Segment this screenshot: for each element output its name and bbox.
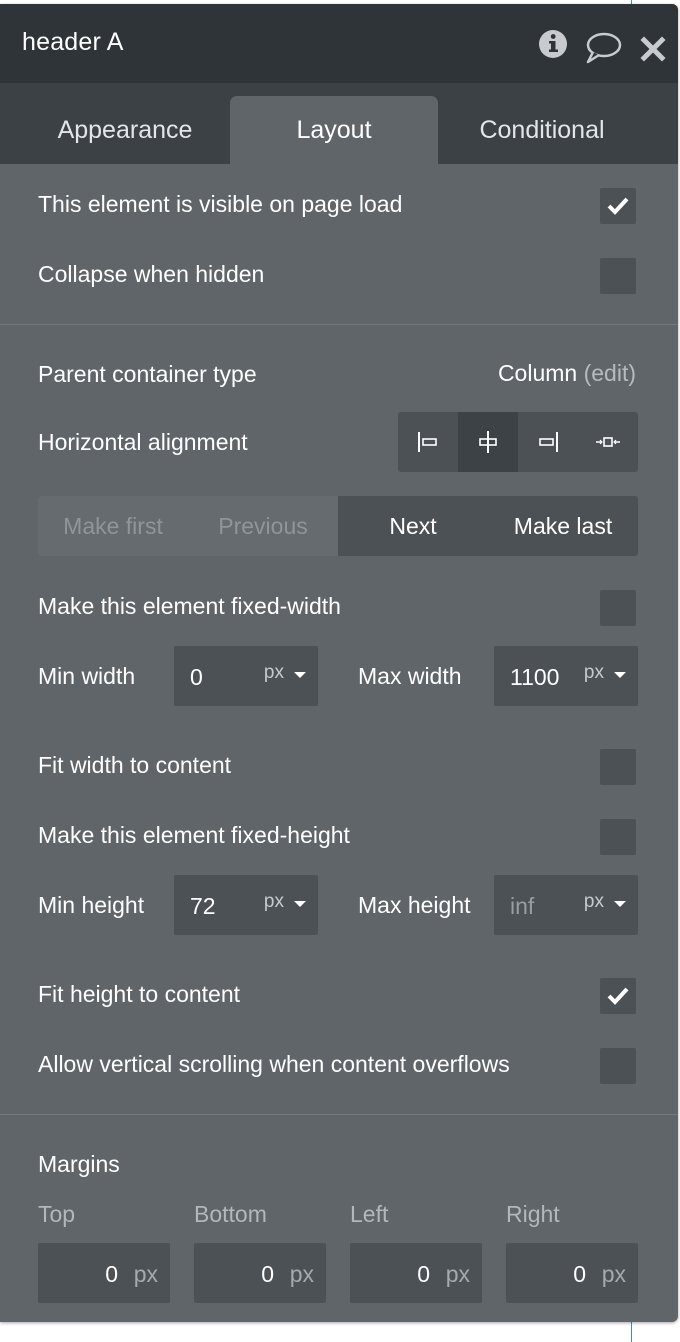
min-height-unit-dropdown[interactable]: px [264,891,284,913]
info-circle-icon[interactable] [537,28,569,65]
tab-appearance[interactable]: Appearance [20,96,230,164]
margin-left-unit: px [445,1261,470,1287]
min-height-value: 72 [190,893,216,919]
element-title[interactable]: header A [22,28,124,57]
chevron-down-icon [614,901,626,907]
max-width-input[interactable]: 1100 px [494,646,638,706]
max-height-placeholder: inf [510,893,535,919]
margin-top-input[interactable]: 0 px [38,1243,170,1303]
max-width-label: Max width [358,663,462,689]
margin-bottom-unit: px [289,1261,314,1287]
horizontal-alignment-label: Horizontal alignment [38,429,248,455]
fit-height-label: Fit height to content [38,981,241,1007]
property-editor-panel: header A Appearance Layout Conditional T… [0,4,678,1322]
tab-bar: Appearance Layout Conditional [0,83,678,164]
make-first-button[interactable]: Make first [38,496,188,556]
container-type-text: Column [497,360,578,386]
margin-top-unit: px [133,1261,158,1287]
edit-container-type-link[interactable]: (edit) [584,360,636,386]
margin-left-label: Left [350,1201,389,1227]
margin-right-unit: px [601,1261,626,1287]
vertical-scroll-label: Allow vertical scrolling when content ov… [38,1051,510,1077]
section-divider [0,1114,678,1115]
margins-title: Margins [38,1151,120,1177]
checkmark-icon [607,197,629,215]
margin-right-input[interactable]: 0 px [506,1243,638,1303]
previous-button[interactable]: Previous [188,496,338,556]
min-height-label: Min height [38,892,145,918]
fit-height-checkbox[interactable] [600,978,636,1014]
fit-width-label: Fit width to content [38,752,232,778]
margin-top-value: 0 [105,1261,118,1287]
margin-bottom-label: Bottom [194,1201,267,1227]
max-height-label: Max height [358,892,471,918]
min-width-input[interactable]: 0 px [174,646,318,706]
margin-bottom-input[interactable]: 0 px [194,1243,326,1303]
chevron-down-icon [614,672,626,678]
next-button[interactable]: Next [338,496,488,556]
chevron-down-icon [294,672,306,678]
fixed-width-label: Make this element fixed-width [38,593,341,619]
tab-conditional[interactable]: Conditional [438,96,646,164]
fit-width-checkbox[interactable] [600,749,636,785]
visible-on-load-label: This element is visible on page load [38,191,403,217]
guide-line-bottom [631,1322,632,1342]
align-distribute-button[interactable] [578,412,638,472]
margin-bottom-value: 0 [261,1261,274,1287]
align-distribute-icon [596,437,620,447]
collapse-when-hidden-checkbox[interactable] [600,258,636,294]
element-order-group: Make first Previous Next Make last [38,496,638,556]
tab-layout[interactable]: Layout [230,96,438,164]
checkmark-icon [607,987,629,1005]
align-right-icon [539,432,558,452]
min-width-label: Min width [38,663,136,689]
align-right-button[interactable] [518,412,578,472]
fixed-height-label: Make this element fixed-height [38,822,350,848]
visible-on-load-checkbox[interactable] [600,188,636,224]
max-width-unit-dropdown[interactable]: px [584,662,604,684]
margin-top-label: Top [38,1201,76,1227]
panel-header: header A [0,4,678,83]
margin-right-value: 0 [573,1261,586,1287]
align-left-icon [418,432,437,452]
max-width-value: 1100 [510,664,560,690]
parent-container-type-label: Parent container type [38,361,257,387]
margin-left-value: 0 [417,1261,430,1287]
fixed-height-checkbox[interactable] [600,819,636,855]
align-center-icon [479,431,497,453]
close-icon[interactable] [640,36,666,67]
align-center-button[interactable] [458,412,518,472]
min-height-input[interactable]: 72 px [174,875,318,935]
horizontal-alignment-group [398,412,638,472]
make-last-button[interactable]: Make last [488,496,638,556]
min-width-unit-dropdown[interactable]: px [264,662,284,684]
chevron-down-icon [294,901,306,907]
margin-right-label: Right [506,1201,560,1227]
parent-container-type-value: Column (edit) [498,360,636,387]
collapse-when-hidden-label: Collapse when hidden [38,261,265,287]
min-width-value: 0 [190,664,203,690]
vertical-scroll-checkbox[interactable] [600,1048,636,1084]
max-height-unit-dropdown[interactable]: px [584,891,604,913]
margin-left-input[interactable]: 0 px [350,1243,482,1303]
fixed-width-checkbox[interactable] [600,590,636,626]
align-left-button[interactable] [398,412,458,472]
section-divider [0,324,678,325]
max-height-input[interactable]: inf px [494,875,638,935]
speech-bubble-icon[interactable] [584,31,622,70]
